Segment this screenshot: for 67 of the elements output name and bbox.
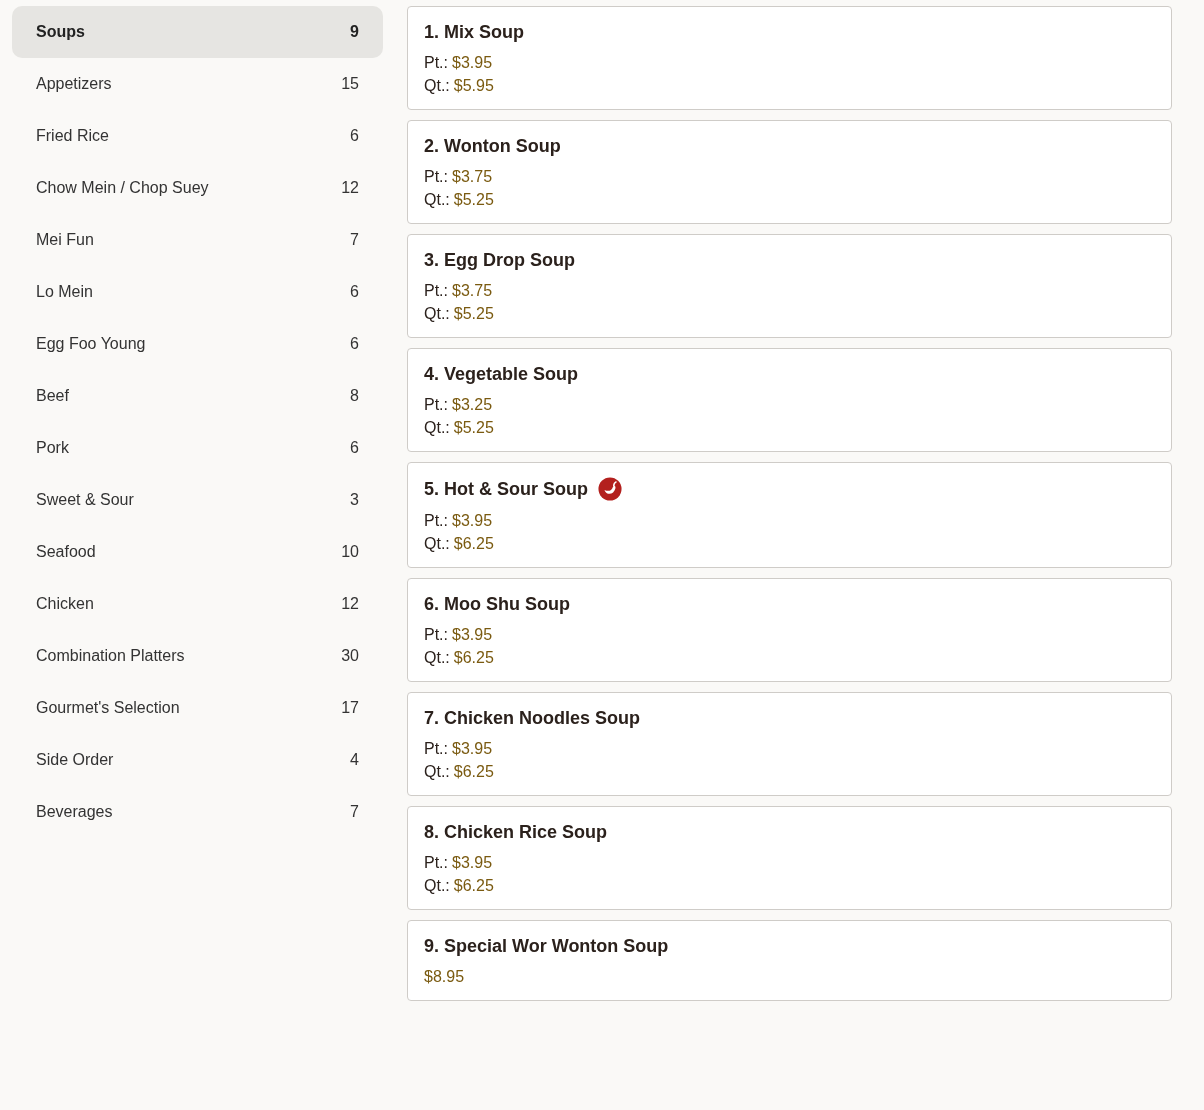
size-label: Pt.: [424,396,448,413]
item-title: 4. Vegetable Soup [424,363,579,385]
category-item[interactable]: Appetizers 15 [12,58,383,110]
category-item[interactable]: Seafood 10 [12,526,383,578]
size-label: Pt.: [424,282,448,299]
price: $5.25 [453,419,494,436]
size-label: Pt.: [424,512,448,529]
menu-item-card[interactable]: 1. Mix Soup Pt.: $3.95 Qt.: $5.95 [407,6,1172,110]
size-label: Qt.: [424,877,450,894]
category-item[interactable]: Gourmet's Selection 17 [12,682,383,734]
size-label: Qt.: [424,535,450,552]
category-item[interactable]: Mei Fun 7 [12,214,383,266]
item-title: 2. Wonton Soup [424,135,561,157]
item-title: 7. Chicken Noodles Soup [424,707,641,729]
menu-item-card[interactable]: 8. Chicken Rice Soup Pt.: $3.95 Qt.: $6.25 [407,806,1172,910]
menu-item-card[interactable]: 9. Special Wor Wonton Soup $8.95 [407,920,1172,1001]
size-label: Pt.: [424,626,448,643]
menu-item-card[interactable]: 3. Egg Drop Soup Pt.: $3.75 Qt.: $5.25 [407,234,1172,338]
price: $3.95 [452,512,493,529]
price: $5.95 [453,77,494,94]
menu-item-card[interactable]: 2. Wonton Soup Pt.: $3.75 Qt.: $5.25 [407,120,1172,224]
category-item[interactable]: Side Order 4 [12,734,383,786]
price: $6.25 [453,535,494,552]
size-label: Qt.: [424,649,450,666]
category-item[interactable]: Pork 6 [12,422,383,474]
category-item[interactable]: Fried Rice 6 [12,110,383,162]
size-label: Qt.: [424,77,450,94]
price: $3.75 [452,282,493,299]
menu-item-card[interactable]: 4. Vegetable Soup Pt.: $3.25 Qt.: $5.25 [407,348,1172,452]
category-item[interactable]: Beverages 7 [12,786,383,838]
item-title: 3. Egg Drop Soup [424,249,575,271]
size-label: Pt.: [424,168,448,185]
category-item[interactable]: Combination Platters 30 [12,630,383,682]
category-item[interactable]: Egg Foo Young 6 [12,318,383,370]
price: $3.95 [452,854,493,871]
category-item[interactable]: Beef 8 [12,370,383,422]
item-title: 5. Hot & Sour Soup [424,478,588,500]
price: $3.25 [452,396,493,413]
price: $3.95 [452,740,493,757]
price: $3.95 [452,54,493,71]
size-label: Qt.: [424,763,450,780]
size-label: Qt.: [424,305,450,322]
item-title: 1. Mix Soup [424,21,524,43]
price: $3.75 [452,168,493,185]
price: $5.25 [453,191,494,208]
price: $6.25 [453,877,494,894]
size-label: Pt.: [424,740,448,757]
item-title: 6. Moo Shu Soup [424,593,570,615]
size-label: Qt.: [424,191,450,208]
category-item[interactable]: Chicken 12 [12,578,383,630]
item-title: 9. Special Wor Wonton Soup [424,935,669,957]
price: $8.95 [424,968,465,985]
price: $6.25 [453,763,494,780]
price: $6.25 [453,649,494,666]
category-item[interactable]: Sweet & Sour 3 [12,474,383,526]
size-label: Pt.: [424,54,448,71]
category-item[interactable]: Lo Mein 6 [12,266,383,318]
category-item[interactable]: Soups 9 [12,6,383,58]
price: $5.25 [453,305,494,322]
category-item[interactable]: Chow Mein / Chop Suey 12 [12,162,383,214]
menu-item-card[interactable]: 6. Moo Shu Soup Pt.: $3.95 Qt.: $6.25 [407,578,1172,682]
menu-item-card[interactable]: 5. Hot & Sour Soup Pt.: $3.95 Qt.: $6.25 [407,462,1172,568]
item-title: 8. Chicken Rice Soup [424,821,608,843]
size-label: Pt.: [424,854,448,871]
menu-item-card[interactable]: 7. Chicken Noodles Soup Pt.: $3.95 Qt.: $6.25 [407,692,1172,796]
size-label: Qt.: [424,419,450,436]
price: $3.95 [452,626,493,643]
